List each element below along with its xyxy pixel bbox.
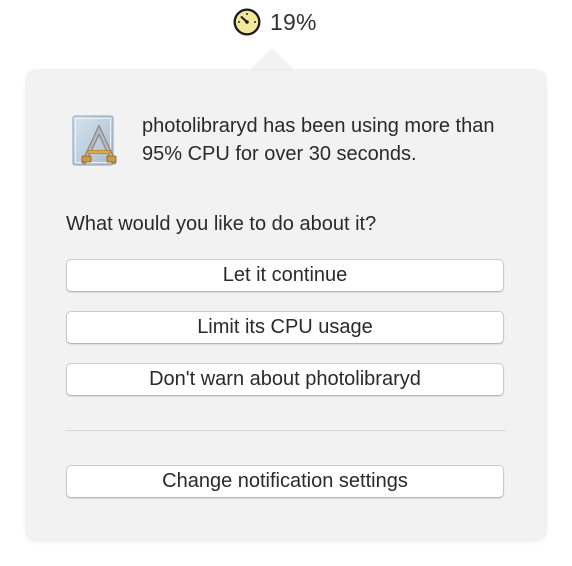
gauge-icon — [233, 8, 261, 36]
dont-warn-button[interactable]: Don't warn about photolibraryd — [66, 363, 504, 396]
generic-application-icon — [72, 115, 117, 166]
let-it-continue-button[interactable]: Let it continue — [66, 259, 504, 292]
alert-message: photolibraryd has been using more than 9… — [142, 115, 495, 165]
menubar-cpu-status[interactable]: 19% — [232, 6, 317, 38]
cpu-percent-label: 19% — [270, 8, 317, 35]
cpu-alert-popover: photolibraryd has been using more than 9… — [26, 70, 546, 540]
popover-arrow — [250, 48, 294, 70]
limit-cpu-usage-button[interactable]: Limit its CPU usage — [66, 311, 504, 344]
divider — [66, 430, 506, 431]
alert-question: What would you like to do about it? — [66, 213, 377, 235]
change-notification-settings-button[interactable]: Change notification settings — [66, 465, 504, 498]
